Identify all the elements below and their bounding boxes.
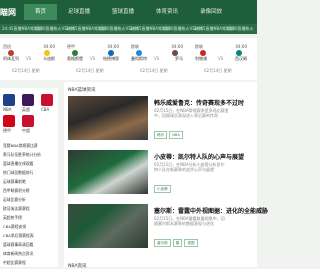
sidebar-link[interactable]: 热门球员数据排行 <box>3 170 33 176</box>
sidebar-link[interactable]: 篮球直播在线观看 <box>3 161 33 167</box>
home-team: 曼彻斯特 <box>131 56 147 61</box>
site-logo[interactable]: 瞄网 <box>0 7 16 18</box>
news-tag[interactable]: 韩乐 <box>154 131 168 139</box>
home-team: 奥格斯堡 <box>67 56 83 61</box>
league-label[interactable]: 英超 <box>22 107 30 113</box>
league-logo-grid: NBA 英超 CBA 德甲 中超 <box>0 88 58 140</box>
nba-logo-icon[interactable] <box>3 94 15 106</box>
news-title[interactable]: 韩乐威爱鲁克：传奇赛现多不过时 <box>154 98 244 107</box>
news-main-panel: NBA篮球资讯 韩乐威爱鲁克：传奇赛现多不过时 02月15日，在NBA常规赛季里… <box>64 82 268 269</box>
sidebar-link[interactable]: 黑马队伍胜率统计分析 <box>3 152 41 158</box>
vs-label: VS <box>154 56 160 61</box>
news-tag[interactable]: 小皮蒂 <box>154 185 171 193</box>
match-date: 02月14日 星期 <box>12 68 40 73</box>
news-tags: 塞尔斯 雷 视图 <box>154 239 198 247</box>
news-tags: 小皮蒂 <box>154 185 171 193</box>
sidebar-link[interactable]: 竞猜NBA常规赛比赛 <box>3 143 38 149</box>
section-title: NBA篮球资讯 <box>68 88 96 93</box>
sidebar-link[interactable]: 欧冠淘汰赛赛程 <box>3 206 30 212</box>
home-team: 利物浦 <box>195 56 207 61</box>
sidebar-link[interactable]: CBA赛程安排 <box>3 224 26 230</box>
news-thumbnail[interactable] <box>68 96 148 140</box>
news-card[interactable]: 韩乐威爱鲁克：传奇赛现多不过时 02月15日，在NBA常规赛季里多场比赛里 中，… <box>68 96 253 142</box>
live-ticker: 24:45直播NBA常规赛 14:00直播热火VS灰熊 24:45直播NBA常规… <box>0 24 257 34</box>
league-label[interactable]: NBA <box>3 107 11 112</box>
league-label[interactable]: 中超 <box>22 128 30 134</box>
match-date: 02月14日 星期 <box>140 68 168 73</box>
sidebar-link[interactable]: 中超比赛赛程 <box>3 260 26 266</box>
news-card[interactable]: 小皮蒂：凯尔特人队的心声与展望 02月15日，在NBA分析小皮蒂分析凯尔 特人队… <box>68 150 253 196</box>
news-card[interactable]: 塞尔斯：雷霆中外视图据：进化的全能威胁 02月15日，在NBA雷霆联盟视角中，回… <box>68 204 268 250</box>
news-tag[interactable]: NBA <box>169 131 183 139</box>
nav-home[interactable]: 首页 <box>24 4 58 20</box>
sidebar-link[interactable]: CBA季后赛赛程表 <box>3 233 34 239</box>
sidebar-link[interactable]: 足球赛事前瞻 <box>3 179 26 185</box>
away-team: 卡迪斯 <box>43 56 55 61</box>
sidebar-link[interactable]: 篮球赛事高清回看 <box>3 242 33 248</box>
csl-logo-icon[interactable] <box>22 115 34 127</box>
news-summary-line: 特人队在新赛季的战术心声与展望 <box>154 167 214 172</box>
nav-football-live[interactable]: 足球直播 <box>57 4 101 20</box>
league-label[interactable]: CBA <box>41 107 49 112</box>
news-thumbnail[interactable] <box>68 150 148 194</box>
home-team: 阿体瓦列 <box>3 56 19 61</box>
main-nav: 首页 足球直播 篮球直播 体育资讯 录像回放 <box>24 4 233 20</box>
news-tag[interactable]: 塞尔斯 <box>154 239 171 247</box>
match-date: 02月14日 星期 <box>204 68 232 73</box>
news-title[interactable]: 小皮蒂：凯尔特人队的心声与展望 <box>154 152 244 161</box>
match-time: 04:00 <box>171 44 183 49</box>
news-title[interactable]: 塞尔斯：雷霆中外视图据：进化的全能威胁 <box>154 206 268 215</box>
sidebar-link[interactable]: 体育新闻热点资讯 <box>3 251 33 257</box>
vs-label: VS <box>90 56 96 61</box>
bundesliga-logo-icon[interactable] <box>3 115 15 127</box>
sidebar-link-list: 竞猜NBA常规赛比赛 黑马队伍胜率统计分析 篮球直播在线观看 热门球员数据排行 … <box>0 140 58 267</box>
news-summary-line: 中，回顾球员表现进入季后赛的传奇 <box>154 113 218 118</box>
match-card[interactable]: 欧联 04:00 利物浦 VS 西汉姆 02月14日 星期 <box>192 40 250 78</box>
news-summary: 02月15日，在NBA雷霆联盟视角中，回 顾塞尔斯本赛季的数据表现与进化 <box>154 216 252 226</box>
away-team: 帕德博恩 <box>103 56 119 61</box>
section-title: NBA资讯 <box>68 264 87 269</box>
news-summary-line: 顾塞尔斯本赛季的数据表现与进化 <box>154 221 214 226</box>
top-navigation-bar: 瞄网 首页 足球直播 篮球直播 体育资讯 录像回放 <box>0 0 257 24</box>
sidebar-link[interactable]: 英超射手榜 <box>3 215 22 221</box>
ticker-item[interactable]: 14:00直播热火 <box>226 26 254 32</box>
nav-basketball-live[interactable]: 篮球直播 <box>101 4 145 20</box>
news-tag[interactable]: 雷 <box>172 239 183 247</box>
match-time: 04:00 <box>107 44 119 49</box>
news-tags: 韩乐 NBA <box>154 131 183 139</box>
news-summary: 02月15日，在NBA常规赛季里多场比赛里 中，回顾球员表现进入季后赛的传奇 <box>154 108 252 118</box>
match-time: 04:00 <box>235 44 247 49</box>
match-card[interactable]: 西班 04:00 阿体瓦列 VS 卡迪斯 02月14日 星期 <box>0 40 58 78</box>
match-card[interactable]: 德甲 04:00 奥格斯堡 VS 帕德博恩 02月14日 星期 <box>64 40 122 78</box>
cba-logo-icon[interactable] <box>41 94 53 106</box>
nav-sports-news[interactable]: 体育资讯 <box>145 4 189 20</box>
sidebar-link[interactable]: 足球比赛分析 <box>3 197 26 203</box>
match-card[interactable]: 欧联 04:00 曼彻斯特 VS 罗马 02月14日 星期 <box>128 40 186 78</box>
news-tag[interactable]: 视图 <box>184 239 198 247</box>
vs-label: VS <box>26 56 32 61</box>
match-schedule-strip: 西班 04:00 阿体瓦列 VS 卡迪斯 02月14日 星期 德甲 04:00 … <box>0 38 257 80</box>
away-team: 罗马 <box>175 56 183 61</box>
sidebar-link[interactable]: 西甲联赛积分榜 <box>3 188 30 194</box>
match-date: 02月14日 星期 <box>76 68 104 73</box>
premier-league-logo-icon[interactable] <box>22 94 34 106</box>
vs-label: VS <box>218 56 224 61</box>
league-label[interactable]: 德甲 <box>3 128 11 134</box>
news-summary: 02月15日，在NBA分析小皮蒂分析凯尔 特人队在新赛季的战术心声与展望 <box>154 162 252 172</box>
news-thumbnail[interactable] <box>68 204 148 248</box>
match-time: 04:00 <box>43 44 55 49</box>
nav-replays[interactable]: 录像回放 <box>189 4 233 20</box>
away-team: 西汉姆 <box>235 56 247 61</box>
